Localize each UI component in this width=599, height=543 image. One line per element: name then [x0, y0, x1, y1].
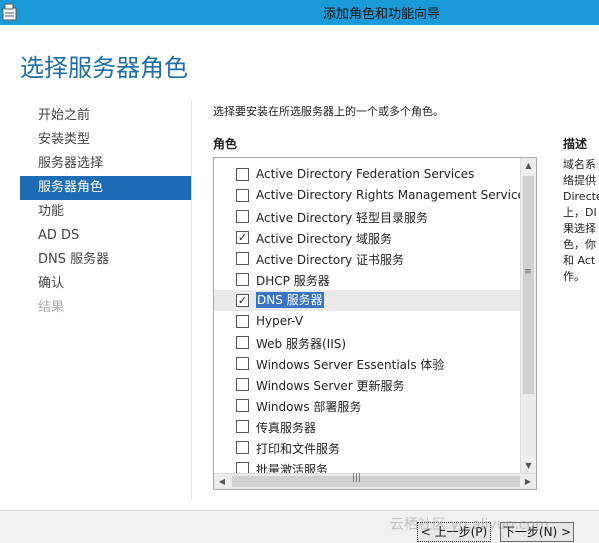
checkbox-checked-icon[interactable]: ✓ — [236, 294, 249, 307]
role-list-item[interactable]: Active Directory Federation Services — [214, 164, 522, 185]
wizard-nav: 开始之前 安装类型 服务器选择 服务器角色 功能 AD DS DNS 服务器 确认结果 — [20, 104, 191, 320]
description-line: 络提供 — [563, 174, 596, 187]
description-header: 描述 — [563, 137, 588, 151]
scroll-down-arrow-icon[interactable]: ▼ — [521, 458, 536, 474]
role-label: Windows 部署服务 — [256, 400, 362, 414]
watermark: 云栖社区 yq.aliyun.com — [390, 517, 549, 533]
role-label: Windows Server Essentials 体验 — [256, 358, 445, 372]
scroll-up-arrow-icon[interactable]: ▲ — [521, 158, 536, 174]
role-list-item[interactable]: Windows Server 更新服务 — [214, 374, 522, 395]
checkbox-icon[interactable] — [236, 315, 249, 328]
description-text: 域名系络提供 Directe 上，DI 果选择色，你和 Act 作。 — [563, 157, 599, 285]
checkbox-icon[interactable] — [236, 252, 249, 265]
checkbox-icon[interactable] — [236, 357, 249, 370]
role-label: 打印和文件服务 — [256, 442, 341, 456]
role-list-item[interactable]: 打印和文件服务 — [214, 437, 522, 458]
checkbox-icon[interactable] — [236, 168, 249, 181]
checkbox-icon[interactable] — [236, 441, 249, 454]
role-label: Active Directory 证书服务 — [256, 253, 405, 267]
nav-item[interactable]: 服务器选择 — [20, 152, 191, 176]
nav-item[interactable]: DNS 服务器 — [20, 248, 191, 272]
page-heading: 选择服务器角色 — [20, 54, 188, 82]
role-label: Active Directory 域服务 — [256, 232, 393, 246]
nav-item[interactable]: 确认 — [20, 272, 191, 296]
vertical-scrollbar[interactable]: ▲ ≡ ▼ — [520, 158, 536, 474]
role-list-item[interactable]: Windows 部署服务 — [214, 395, 522, 416]
window-title: 添加角色和功能向导 — [323, 7, 441, 22]
description-line: Directe — [563, 190, 599, 203]
nav-item[interactable]: 安装类型 — [20, 128, 191, 152]
description-line: 上，DI — [563, 206, 597, 219]
role-list-item[interactable]: Windows Server Essentials 体验 — [214, 353, 522, 374]
checkbox-icon[interactable] — [236, 420, 249, 433]
roles-header: 角色 — [213, 137, 238, 151]
nav-item[interactable]: 功能 — [20, 200, 191, 224]
description-line: 和 Act — [563, 254, 596, 267]
horizontal-scroll-thumb[interactable] — [232, 476, 520, 487]
role-list-item[interactable]: Active Directory Rights Management Servi… — [214, 185, 531, 206]
role-list-item[interactable]: ✓ DNS 服务器 — [214, 290, 522, 311]
nav-item: 结果 — [38, 300, 65, 315]
checkbox-icon[interactable] — [236, 378, 249, 391]
description-line: 色，你 — [563, 238, 596, 251]
vertical-scroll-thumb[interactable] — [523, 176, 534, 394]
description-line: 作。 — [563, 270, 585, 283]
checkbox-icon[interactable] — [236, 336, 249, 349]
checkbox-icon[interactable] — [236, 210, 249, 223]
title-bar: 添加角色和功能向导 — [0, 0, 599, 25]
role-label: Active Directory 轻型目录服务 — [256, 211, 429, 225]
roles-list-items: Active Directory Federation Services Acti… — [214, 164, 531, 479]
role-label: Web 服务器(IIS) — [256, 337, 347, 351]
nav-divider — [191, 100, 192, 500]
role-list-item[interactable]: Hyper-V — [214, 311, 522, 332]
role-label: DNS 服务器 — [256, 292, 324, 308]
checkbox-icon[interactable] — [236, 189, 249, 202]
role-label: 传真服务器 — [256, 421, 317, 435]
scroll-left-arrow-icon[interactable]: ◀ — [214, 474, 230, 489]
checkbox-icon[interactable] — [236, 399, 249, 412]
roles-list[interactable]: Active Directory Federation Services Acti… — [213, 157, 537, 490]
role-list-item[interactable]: Web 服务器(IIS) — [214, 332, 522, 353]
nav-item[interactable]: AD DS — [20, 224, 191, 248]
scroll-grip-icon: ≡ — [524, 267, 532, 277]
role-label: Active Directory Rights Management Servi… — [256, 188, 532, 202]
description-line: 果选择 — [563, 222, 596, 235]
role-list-item[interactable]: 传真服务器 — [214, 416, 522, 437]
checkbox-icon[interactable] — [236, 273, 249, 286]
intro-text: 选择要安装在所选服务器上的一个或多个角色。 — [213, 105, 444, 118]
checkbox-checked-icon[interactable]: ✓ — [236, 231, 249, 244]
role-list-item[interactable]: Active Directory 证书服务 — [214, 248, 522, 269]
horizontal-scrollbar[interactable]: ◀ ||| ▶ — [214, 473, 536, 489]
app-icon — [2, 3, 17, 21]
scroll-right-arrow-icon[interactable]: ▶ — [520, 474, 536, 489]
role-list-item[interactable]: DHCP 服务器 — [214, 269, 522, 290]
description-line: 域名系 — [563, 158, 596, 171]
nav-item[interactable]: 服务器角色 — [20, 176, 191, 200]
role-list-item[interactable]: Active Directory 轻型目录服务 — [214, 206, 522, 227]
hscroll-grip-icon: ||| — [352, 473, 362, 483]
role-label: DHCP 服务器 — [256, 274, 330, 288]
role-label: Active Directory Federation Services — [256, 167, 475, 181]
role-list-item[interactable]: ✓ Active Directory 域服务 — [214, 227, 522, 248]
role-label: Windows Server 更新服务 — [256, 379, 405, 393]
role-label: Hyper-V — [256, 314, 304, 328]
nav-item[interactable]: 开始之前 — [20, 104, 191, 128]
